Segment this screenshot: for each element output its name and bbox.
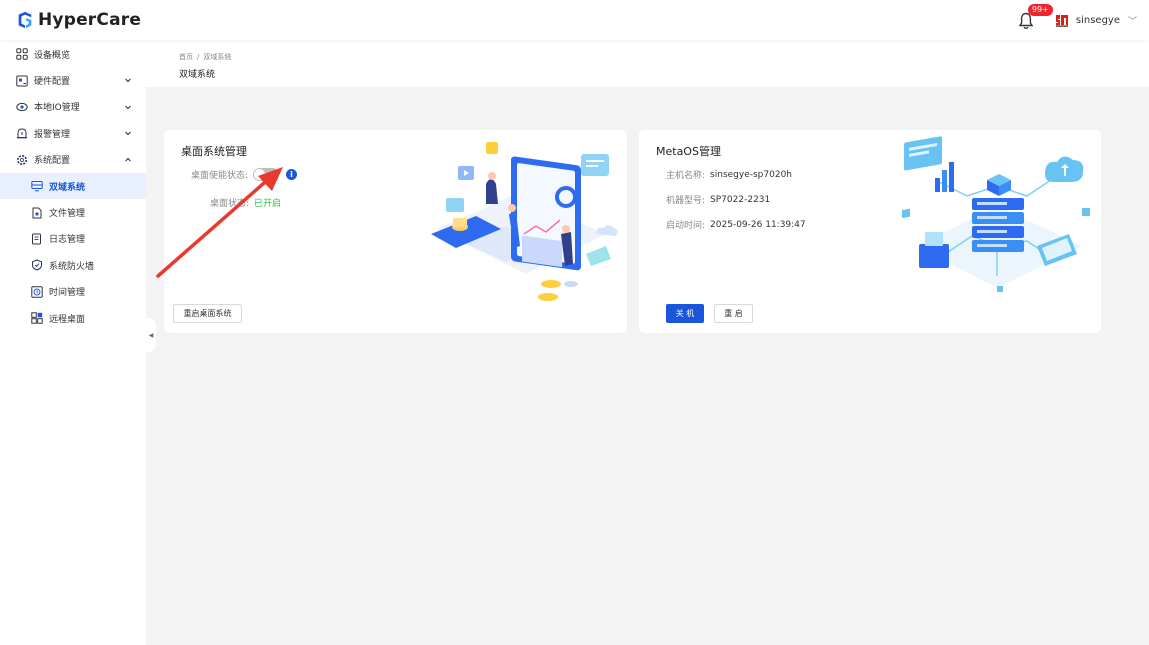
clock-icon xyxy=(31,286,43,298)
alarm-icon xyxy=(16,127,28,139)
top-bar: HyperCare 99+ sinsegye ﹀ xyxy=(0,0,1149,40)
io-icon xyxy=(16,101,28,113)
chevron-down-icon xyxy=(125,79,131,83)
sidebar-collapse-handle[interactable]: ◀ xyxy=(146,318,156,352)
settings-icon xyxy=(16,154,28,166)
desktop-enable-toggle[interactable] xyxy=(253,168,280,181)
grid-icon xyxy=(16,48,28,60)
sidebar-subitem-log-management[interactable]: 日志管理 xyxy=(0,226,146,252)
chevron-up-icon xyxy=(125,157,131,161)
desktop-illustration xyxy=(431,142,618,301)
sidebar-item-label: 硬件配置 xyxy=(34,77,71,88)
reboot-button[interactable]: 重 启 xyxy=(714,304,753,323)
sidebar-item-hardware-config[interactable]: 硬件配置 xyxy=(0,67,146,93)
sidebar-item-system-config[interactable]: 系统配置 xyxy=(0,147,146,173)
sidebar-item-label: 文件管理 xyxy=(49,209,86,220)
chevron-down-icon xyxy=(125,105,131,110)
hypercare-logo-icon xyxy=(18,11,32,29)
hardware-icon xyxy=(16,75,28,87)
boot-time-label: 启动时间: xyxy=(666,221,706,231)
shutdown-button[interactable]: 关 机 xyxy=(666,304,704,323)
breadcrumb-separator: / xyxy=(197,53,200,61)
chevron-down-icon[interactable]: ﹀ xyxy=(1128,14,1137,27)
boot-time-value: 2025-09-26 11:39:47 xyxy=(710,219,806,230)
desktop-status-value: 已开启 xyxy=(254,199,282,209)
sidebar-subitem-firewall[interactable]: 系统防火墙 xyxy=(0,252,146,278)
card-title: 桌面系统管理 xyxy=(181,145,247,158)
caret-left-icon: ◀ xyxy=(148,331,154,339)
desktop-enable-row: 桌面使能状态: i xyxy=(191,168,298,181)
sidebar-item-label: 系统配置 xyxy=(34,156,71,167)
file-icon xyxy=(31,207,43,219)
app-name: HyperCare xyxy=(38,10,142,30)
sidebar-item-device-overview[interactable]: 设备概览 xyxy=(0,41,146,67)
model-value: SP7022-2231 xyxy=(710,194,771,205)
model-label: 机器型号: xyxy=(666,196,706,206)
desktop-status-label: 桌面状态: xyxy=(210,199,250,209)
toggle-knob xyxy=(254,169,266,180)
desktop-enable-label: 桌面使能状态: xyxy=(191,171,249,181)
sidebar-subitem-time-management[interactable]: 时间管理 xyxy=(0,279,146,305)
info-icon[interactable]: i xyxy=(286,169,298,180)
sidebar-item-label: 时间管理 xyxy=(49,288,86,299)
sidebar-item-label: 设备概览 xyxy=(34,50,71,61)
host-value: sinsegye-sp7020h xyxy=(710,169,793,180)
sidebar-subitem-dual-domain[interactable]: 双域系统 xyxy=(0,172,146,200)
breadcrumb-current: 双域系统 xyxy=(203,53,232,61)
model-row: 机器型号: SP7022-2231 xyxy=(666,193,771,207)
desktop-status-row: 桌面状态: 已开启 xyxy=(210,196,281,209)
breadcrumb-home[interactable]: 首页 xyxy=(179,53,193,61)
sidebar-item-label: 报警管理 xyxy=(34,129,71,140)
sidebar-item-local-io[interactable]: 本地IO管理 xyxy=(0,94,146,120)
firewall-icon xyxy=(31,259,43,271)
sidebar: 设备概览 硬件配置 本地IO管理 报警管理 系统配置 双域系统 文件管理 日志管… xyxy=(0,40,146,645)
metaos-card: MetaOS管理 主机名称: sinsegye-sp7020h 机器型号: SP… xyxy=(639,130,1101,333)
sidebar-subitem-file-management[interactable]: 文件管理 xyxy=(0,199,146,225)
log-icon xyxy=(31,233,43,245)
sidebar-item-label: 本地IO管理 xyxy=(34,103,80,114)
notification-badge: 99+ xyxy=(1027,4,1053,16)
desktop-system-card: 桌面系统管理 桌面使能状态: i 桌面状态: 已开启 重启桌面系统 xyxy=(164,130,627,333)
sidebar-item-alarm[interactable]: 报警管理 xyxy=(0,120,146,146)
sidebar-item-label: 日志管理 xyxy=(49,235,86,246)
sidebar-item-label: 远程桌面 xyxy=(49,314,86,325)
host-label: 主机名称: xyxy=(666,171,706,181)
avatar[interactable] xyxy=(1054,13,1069,27)
sidebar-subitem-remote-desktop[interactable]: 远程桌面 xyxy=(0,305,146,331)
card-title: MetaOS管理 xyxy=(656,145,721,158)
notification-button[interactable]: 99+ xyxy=(1018,4,1053,30)
page-header: 首页 / 双域系统 双域系统 xyxy=(146,40,1149,87)
server-illustration xyxy=(902,136,1090,292)
sidebar-item-label: 系统防火墙 xyxy=(49,261,95,272)
breadcrumb: 首页 / 双域系统 xyxy=(179,52,231,62)
username[interactable]: sinsegye xyxy=(1076,15,1120,26)
page-title: 双域系统 xyxy=(179,70,216,80)
restart-desktop-button[interactable]: 重启桌面系统 xyxy=(173,304,242,323)
dual-domain-icon xyxy=(31,180,43,192)
remote-desktop-icon xyxy=(31,312,43,324)
logo[interactable]: HyperCare xyxy=(16,8,141,32)
host-row: 主机名称: sinsegye-sp7020h xyxy=(666,168,793,182)
sidebar-item-label: 双域系统 xyxy=(49,182,86,193)
chevron-down-icon xyxy=(125,131,131,136)
boot-time-row: 启动时间: 2025-09-26 11:39:47 xyxy=(666,218,806,232)
